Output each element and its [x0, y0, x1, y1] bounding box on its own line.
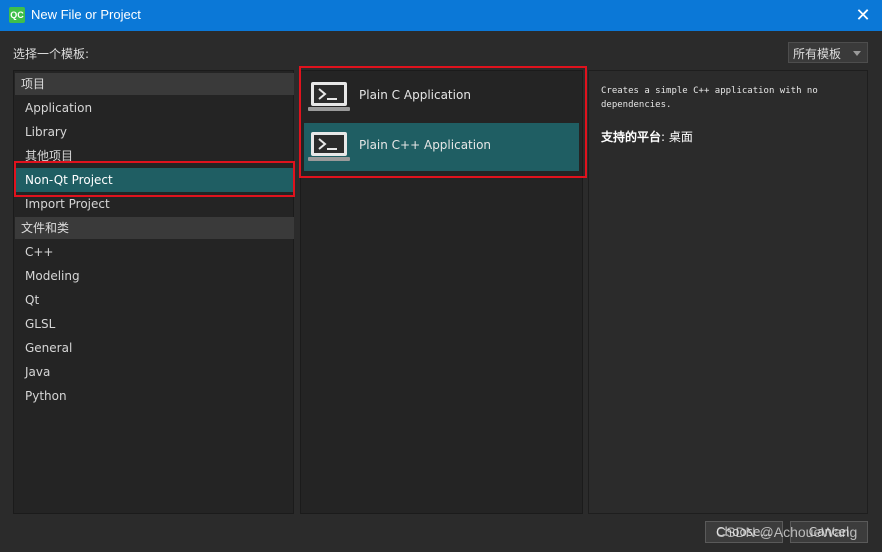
category-item-general[interactable]: General — [15, 336, 294, 360]
supported-platforms-label: 支持的平台 — [601, 130, 662, 144]
category-group-header: 文件和类 — [15, 217, 294, 239]
window-title: New File or Project — [31, 7, 141, 22]
category-item-application[interactable]: Application — [15, 96, 294, 120]
category-item-library[interactable]: Library — [15, 120, 294, 144]
category-list: 项目 Application Library 其他项目 Non-Qt Proje… — [13, 70, 294, 514]
annotation-highlight-box — [299, 66, 587, 178]
template-filter-dropdown[interactable]: 所有模板 — [788, 42, 868, 63]
category-item-cpp[interactable]: C++ — [15, 240, 294, 264]
title-bar: QC New File or Project ✕ — [0, 0, 882, 31]
watermark: CSDN @AchoueWang — [716, 524, 858, 540]
category-item-qt[interactable]: Qt — [15, 288, 294, 312]
close-icon[interactable]: ✕ — [854, 5, 872, 25]
category-item-java[interactable]: Java — [15, 360, 294, 384]
category-item-modeling[interactable]: Modeling — [15, 264, 294, 288]
category-group-header: 项目 — [15, 73, 294, 95]
template-details: Creates a simple C++ application with no… — [588, 70, 868, 514]
template-filter-value: 所有模板 — [793, 47, 842, 61]
supported-platforms-value: : 桌面 — [661, 130, 693, 144]
category-item-glsl[interactable]: GLSL — [15, 312, 294, 336]
template-description: Creates a simple C++ application with no… — [601, 86, 818, 110]
category-item-python[interactable]: Python — [15, 384, 294, 408]
annotation-highlight-box — [14, 161, 295, 197]
choose-template-label: 选择一个模板: — [13, 47, 90, 61]
qt-creator-logo-icon: QC — [9, 7, 25, 23]
supported-platforms: 支持的平台: 桌面 — [601, 128, 693, 145]
chevron-down-icon — [853, 51, 861, 56]
